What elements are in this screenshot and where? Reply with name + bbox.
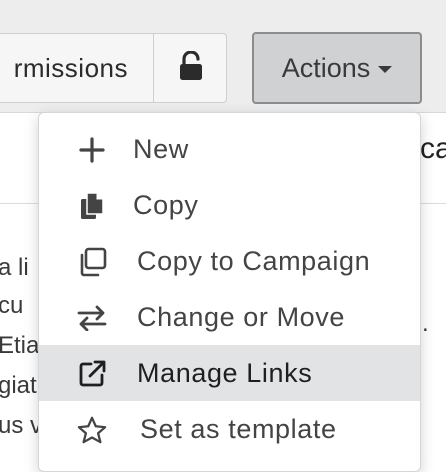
menu-item-label: New [133,134,189,164]
background-text-line: us v [0,412,43,439]
permissions-button[interactable]: rmissions [0,34,154,102]
menu-item-change-or-move[interactable]: Change or Move [39,289,420,345]
background-heading-fragment: ca [420,132,446,165]
menu-item-set-as-template[interactable]: Set as template [39,401,420,457]
copy-icon [77,191,107,221]
actions-dropdown-button[interactable]: Actions [252,32,422,104]
plus-icon [77,135,107,165]
menu-item-label: Change or Move [137,302,346,332]
menu-item-new[interactable]: New [39,121,420,177]
star-icon [77,415,107,445]
permissions-button-label: rmissions [13,52,128,83]
permissions-button-group: rmissions [0,33,227,103]
actions-dropdown-menu: New Copy Copy to Campaign Change or Move… [38,112,421,472]
copy-to-campaign-icon [77,247,107,277]
background-text-line: giat [0,372,37,399]
menu-item-label: Manage Links [137,358,313,388]
menu-item-copy[interactable]: Copy [39,177,420,233]
background-text-line: a li [0,254,29,281]
menu-item-label: Copy to Campaign [137,246,371,276]
menu-item-manage-links[interactable]: Manage Links [39,345,420,401]
caret-down-icon [378,66,393,73]
background-text-line: cu [0,292,24,319]
external-link-icon [77,359,107,389]
background-dot: . [422,310,429,337]
unlock-icon [178,49,204,86]
menu-item-label: Set as template [140,414,337,444]
actions-button-label: Actions [281,52,371,83]
background-text-line: Etia [0,332,40,359]
toolbar: rmissions Actions [0,0,446,113]
menu-item-copy-to-campaign[interactable]: Copy to Campaign [39,233,420,289]
unlock-button[interactable] [155,34,227,102]
menu-item-label: Copy [133,190,199,220]
arrows-exchange-icon [77,303,107,333]
